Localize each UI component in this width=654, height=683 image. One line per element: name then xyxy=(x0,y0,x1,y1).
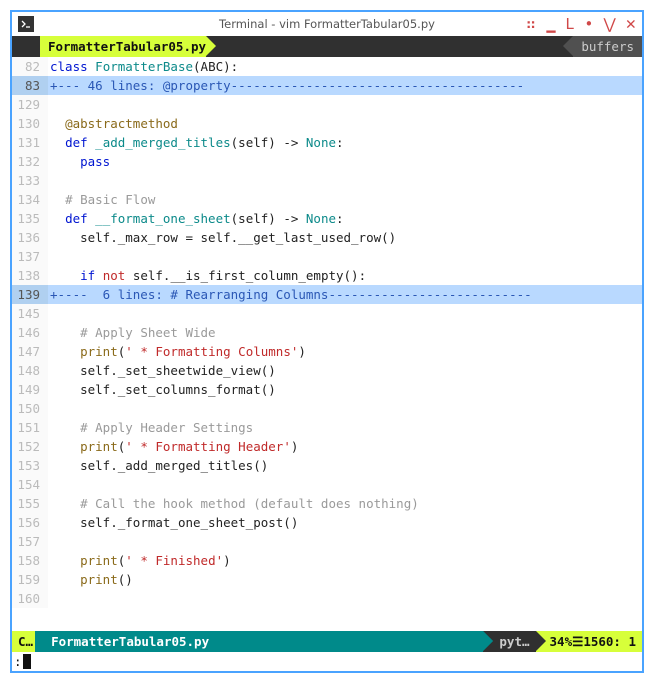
window-title: Terminal - vim FormatterTabular05.py xyxy=(219,17,435,31)
mode-segment: C… xyxy=(12,631,35,652)
minimize-button[interactable]: ▁ xyxy=(546,17,555,32)
buffers-label: buffers xyxy=(581,39,634,54)
status-line: C… FormatterTabular05.py pyt… 34% ☰ 1560… xyxy=(12,631,642,652)
command-line[interactable]: : xyxy=(12,652,642,671)
window-controls: ⠶ ▁ L • ⋁ ✕ xyxy=(525,16,636,33)
buffers-indicator[interactable]: buffers xyxy=(573,36,642,57)
tab-label: FormatterTabular05.py xyxy=(48,39,206,54)
dot-icon[interactable]: • xyxy=(584,17,593,32)
terminal-app-icon xyxy=(18,16,34,32)
cmd-prompt: : xyxy=(14,652,22,671)
terminal-window: Terminal - vim FormatterTabular05.py ⠶ ▁… xyxy=(10,10,644,673)
cursor-block xyxy=(23,654,31,669)
close-button[interactable]: ✕ xyxy=(626,16,636,33)
position-segment: 34% ☰ 1560: 1 xyxy=(536,631,642,652)
fold-line[interactable]: 83+--- 46 lines: @property--------------… xyxy=(12,76,642,95)
maximize-button[interactable]: L xyxy=(565,17,574,32)
buffer-tabline: FormatterTabular05.py buffers xyxy=(12,36,642,57)
code-line: class FormatterBase(ABC): xyxy=(48,57,642,76)
shade-button[interactable]: ⋁ xyxy=(603,17,615,32)
fold-line[interactable]: 139+---- 6 lines: # Rearranging Columns-… xyxy=(12,285,642,304)
code-area[interactable]: 82class FormatterBase(ABC): 83+--- 46 li… xyxy=(12,57,642,631)
line-number: 82 xyxy=(12,57,48,76)
titlebar: Terminal - vim FormatterTabular05.py ⠶ ▁… xyxy=(12,12,642,36)
tab-active[interactable]: FormatterTabular05.py xyxy=(40,36,206,57)
filename-segment: FormatterTabular05.py xyxy=(35,631,483,652)
window-menu-icon[interactable]: ⠶ xyxy=(525,17,536,32)
